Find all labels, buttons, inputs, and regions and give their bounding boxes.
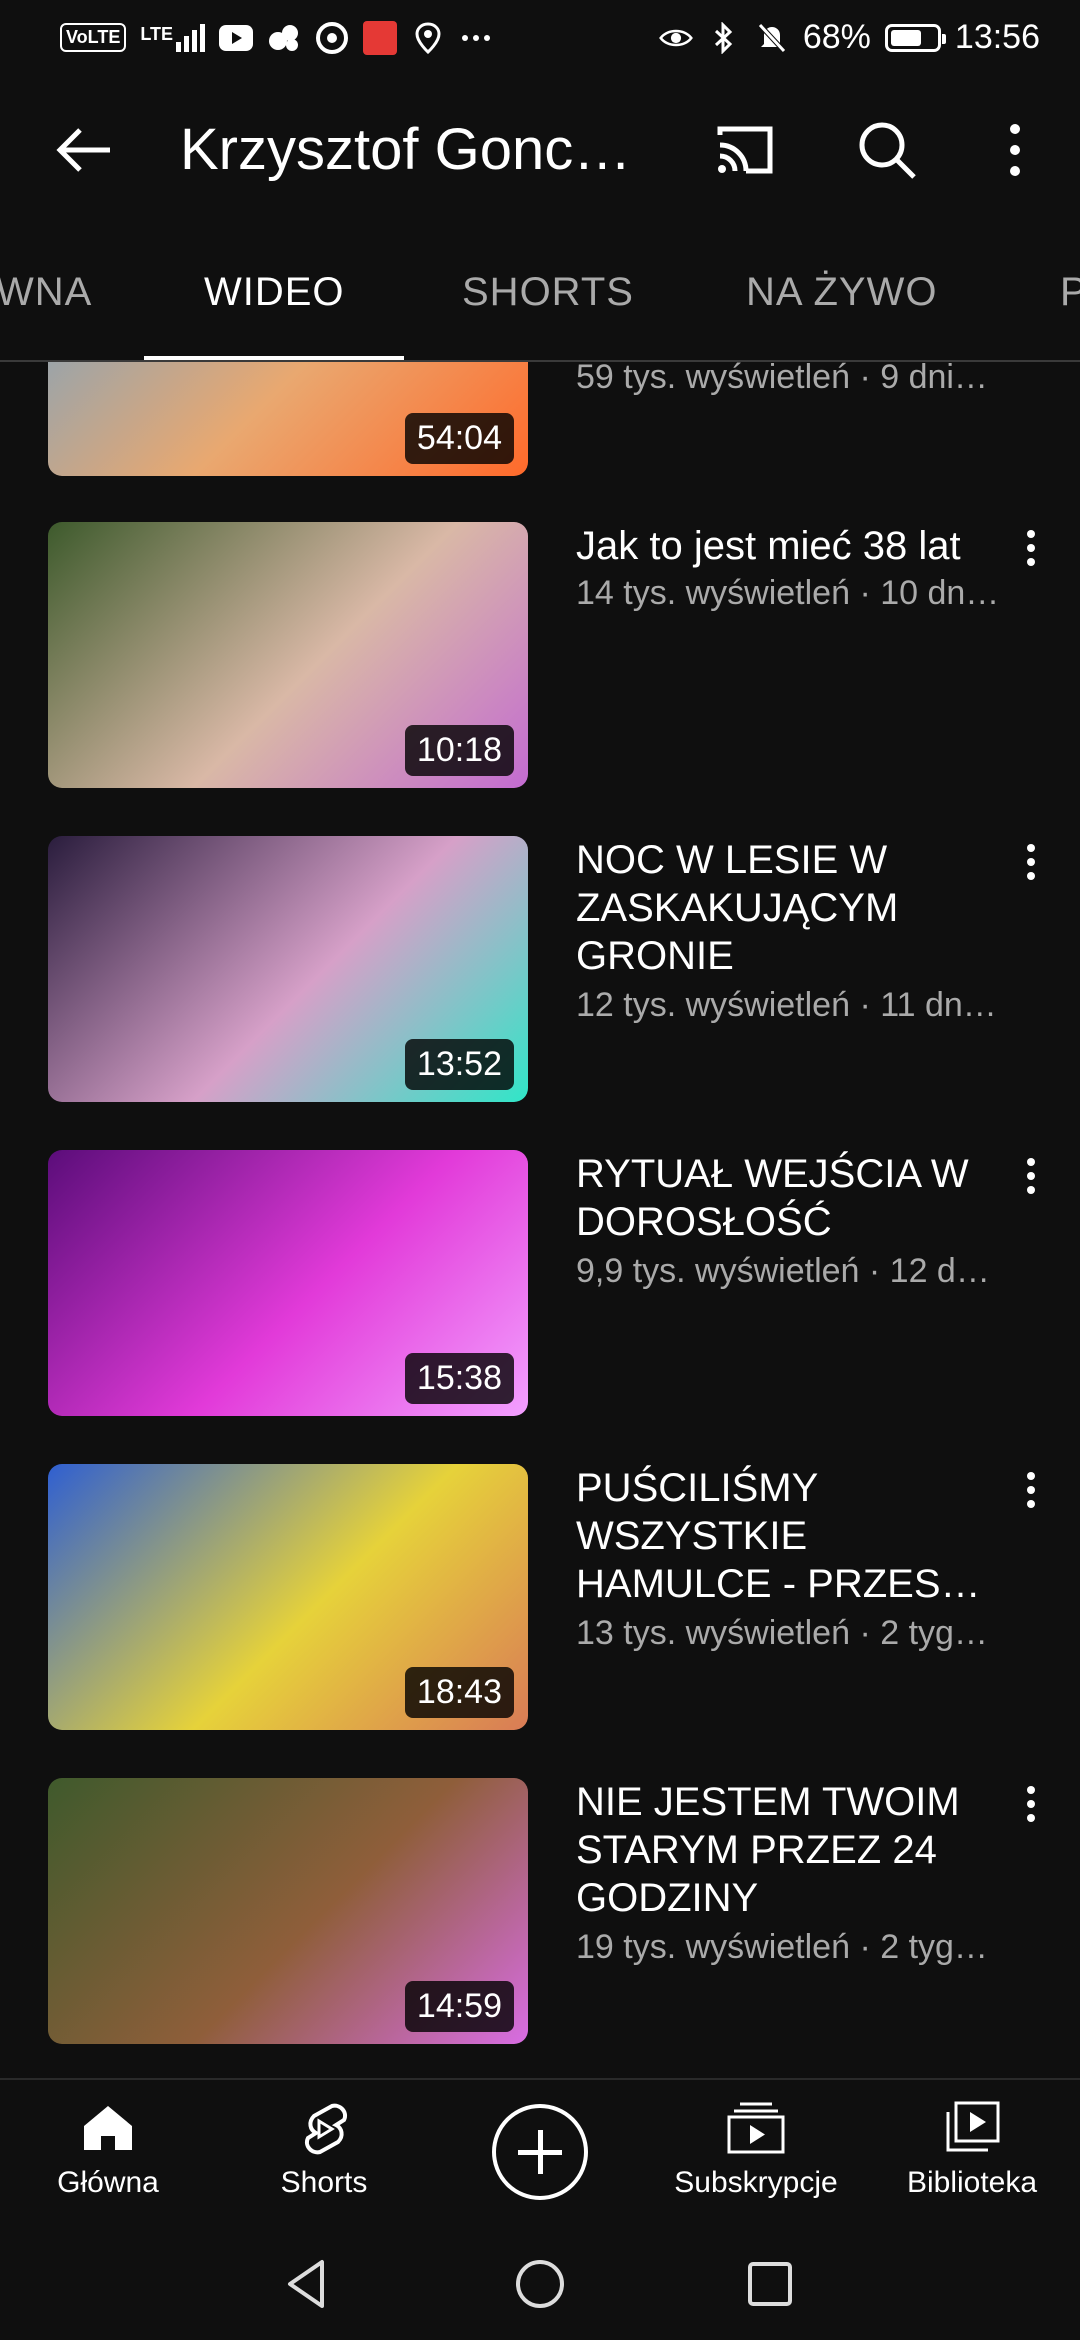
battery-percent: 68% [802,18,871,56]
bluetooth-icon [707,21,741,54]
more-options-button[interactable] [980,115,1050,185]
app-bar: Krzysztof Gonc… [0,75,1080,225]
library-icon [946,2101,1000,2152]
create-button[interactable] [492,2104,588,2200]
channel-title: Krzysztof Gonc… [180,117,632,182]
status-bar: VoLTE LTE 68% 13:56 [0,0,1080,75]
system-home-button[interactable] [510,2254,570,2314]
vertical-dots-icon [1027,1472,1035,1508]
tab-playlists[interactable]: P [1060,270,1080,315]
nav-home[interactable]: Główna [8,2100,208,2200]
cast-icon [717,126,773,174]
back-button[interactable] [50,115,120,185]
nav-library[interactable]: Biblioteka [872,2100,1072,2200]
tab-videos[interactable]: WIDEO [204,270,345,315]
video-thumbnail[interactable]: 14:59 [48,1778,528,2044]
video-item[interactable]: 10:18 Jak to jest mieć 38 lat 14 tys. wy… [0,522,1080,788]
vertical-dots-icon [1027,530,1035,566]
status-right-icons: 68% 13:56 [658,18,1040,57]
shorts-icon [305,2103,347,2155]
video-more-button[interactable] [1014,1464,1048,1524]
video-title[interactable]: NIE JESTEM TWOIM STARYM PRZEZ 24 GODZINY [576,1778,996,1922]
active-tab-indicator [144,356,404,360]
video-duration: 15:38 [404,1353,514,1404]
video-more-button[interactable] [1014,836,1048,896]
location-icon [411,21,445,54]
channel-tabs: WNA WIDEO SHORTS NA ŻYWO P [0,230,1080,362]
nav-subscriptions-label: Subskrypcje [674,2166,838,2199]
cast-button[interactable] [710,115,780,185]
video-title[interactable]: NOC W LESIE W ZASKAKUJĄCYM GRONIE [576,836,996,980]
home-icon [84,2106,132,2150]
bottom-navigation: Główna Shorts Subskrypcje Biblioteka [0,2078,1080,2230]
video-more-button[interactable] [1014,1778,1048,1838]
video-duration: 54:04 [404,413,514,464]
vertical-dots-icon [1027,1158,1035,1194]
video-duration: 14:59 [404,1981,514,2032]
tab-shorts[interactable]: SHORTS [462,270,634,315]
video-thumbnail[interactable]: 10:18 [48,522,528,788]
vertical-dots-icon [1010,124,1020,176]
tab-live[interactable]: NA ŻYWO [746,270,937,315]
nav-home-label: Główna [57,2166,159,2199]
video-item[interactable]: 15:38 RYTUAŁ WEJŚCIA W DOROSŁOŚĆ 9,9 tys… [0,1150,1080,1416]
video-title[interactable]: Jak to jest mieć 38 lat [576,522,996,570]
video-duration: 13:52 [404,1039,514,1090]
nav-library-label: Biblioteka [906,2166,1038,2199]
video-item[interactable]: 14:59 NIE JESTEM TWOIM STARYM PRZEZ 24 G… [0,1778,1080,2044]
status-left-icons: VoLTE LTE [60,20,493,55]
video-meta: 9,9 tys. wyświetleń · 12 d… [576,1252,990,1290]
back-arrow-icon [56,128,110,172]
video-thumbnail[interactable]: 13:52 [48,836,528,1102]
eye-icon [658,23,693,53]
search-icon [859,122,916,179]
video-thumbnail[interactable]: 15:38 [48,1150,528,1416]
volte-icon: VoLTE [60,23,127,52]
video-title[interactable]: RYTUAŁ WEJŚCIA W DOROSŁOŚĆ [576,1150,996,1246]
video-meta: 14 tys. wyświetleń · 10 dn… [576,574,1000,612]
video-thumbnail[interactable]: 18:43 [48,1464,528,1730]
search-button[interactable] [852,115,922,185]
video-more-button[interactable] [1014,522,1048,582]
subscriptions-icon [727,2102,785,2154]
circle-home-icon [516,2260,564,2308]
triangle-back-icon [288,2260,324,2308]
video-thumbnail[interactable]: 54:04 [48,362,528,476]
app-icon [267,23,301,53]
system-recents-button[interactable] [740,2254,800,2314]
video-duration: 18:43 [404,1667,514,1718]
lte-signal-icon: LTE [140,23,205,52]
video-meta: 19 tys. wyświetleń · 2 tyg… [576,1928,988,1966]
video-meta: 59 tys. wyświetleń · 9 dni… [576,362,988,396]
chrome-icon [315,21,349,54]
nav-shorts-label: Shorts [280,2166,368,2199]
nav-subscriptions[interactable]: Subskrypcje [656,2100,856,2200]
video-title[interactable]: PUŚCILIŚMY WSZYSTKIE HAMULCE - PRZES… [576,1464,996,1608]
video-meta: 12 tys. wyświetleń · 11 dn… [576,986,997,1024]
vertical-dots-icon [1027,844,1035,880]
video-duration: 10:18 [404,725,514,776]
battery-icon [884,23,946,52]
vertical-dots-icon [1027,1786,1035,1822]
video-item[interactable]: 13:52 NOC W LESIE W ZASKAKUJĄCYM GRONIE … [0,836,1080,1102]
red-app-icon [363,20,397,55]
battery-fill [890,29,921,46]
video-list: 54:04 59 tys. wyświetleń · 9 dni… 10:18 … [0,362,1080,2078]
more-dots-icon [459,23,493,53]
square-recents-icon [748,2262,792,2306]
nav-shorts[interactable]: Shorts [224,2100,424,2200]
video-item[interactable]: 18:43 PUŚCILIŚMY WSZYSTKIE HAMULCE - PRZ… [0,1464,1080,1730]
video-more-button[interactable] [1014,1150,1048,1210]
video-meta: 13 tys. wyświetleń · 2 tyg… [576,1614,988,1652]
tab-home[interactable]: WNA [0,270,92,315]
youtube-icon [219,23,253,53]
system-back-button[interactable] [278,2254,338,2314]
video-item[interactable]: 54:04 59 tys. wyświetleń · 9 dni… [0,362,1080,476]
clock: 13:56 [954,18,1040,56]
lte-label: LTE [140,23,173,44]
bell-muted-icon [755,22,789,53]
system-navigation [0,2228,1080,2340]
